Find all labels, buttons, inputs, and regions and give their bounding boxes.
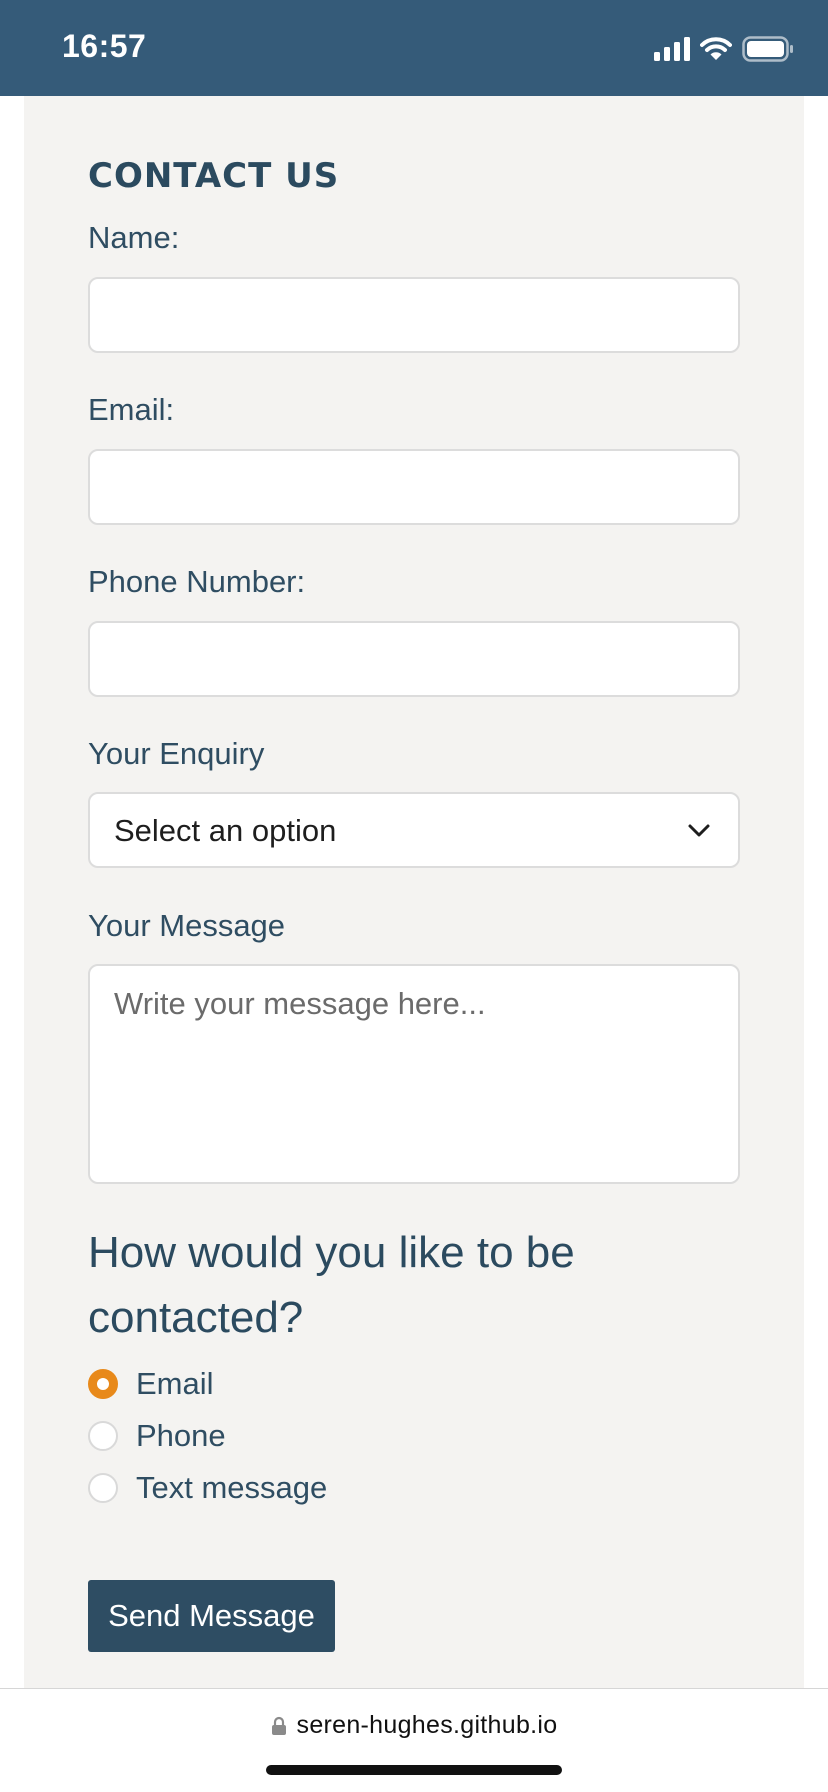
status-bar: 16:57 bbox=[0, 0, 828, 96]
phone-input[interactable] bbox=[88, 621, 740, 697]
lock-icon bbox=[271, 1716, 286, 1735]
radio-option-email[interactable]: Email bbox=[88, 1364, 214, 1404]
email-label: Email: bbox=[88, 392, 175, 427]
name-label: Name: bbox=[88, 220, 180, 255]
signal-icon bbox=[654, 37, 690, 61]
radio-option-text-message[interactable]: Text message bbox=[88, 1468, 327, 1508]
name-input[interactable] bbox=[88, 277, 740, 353]
radio-label: Email bbox=[136, 1366, 214, 1401]
radio-label: Text message bbox=[136, 1470, 328, 1505]
browser-address-bar: seren-hughes.github.io bbox=[0, 1688, 828, 1792]
enquiry-selected-value: Select an option bbox=[114, 813, 337, 848]
status-time: 16:57 bbox=[62, 28, 147, 64]
radio-option-phone[interactable]: Phone bbox=[88, 1416, 226, 1456]
radio-button[interactable] bbox=[88, 1473, 118, 1503]
message-placeholder: Write your message here... bbox=[114, 986, 486, 1021]
url-text: seren-hughes.github.io bbox=[296, 1711, 558, 1739]
enquiry-select[interactable]: Select an option bbox=[88, 792, 740, 868]
form-title: CONTACT US bbox=[88, 156, 340, 196]
message-label: Your Message bbox=[88, 908, 286, 943]
enquiry-label: Your Enquiry bbox=[88, 736, 265, 771]
screen: 16:57 CONTACT US Name: Email: Phone Numb… bbox=[0, 0, 828, 1792]
radio-button[interactable] bbox=[88, 1421, 118, 1451]
battery-icon bbox=[742, 36, 793, 62]
send-message-button[interactable]: Send Message bbox=[88, 1580, 335, 1652]
radio-button-checked[interactable] bbox=[88, 1369, 118, 1399]
message-textarea[interactable]: Write your message here... bbox=[88, 964, 740, 1184]
contact-preference-heading: How would you like to be contacted? bbox=[88, 1228, 575, 1342]
phone-label: Phone Number: bbox=[88, 564, 306, 599]
status-icons bbox=[654, 32, 794, 66]
url-field[interactable]: seren-hughes.github.io bbox=[0, 1711, 828, 1740]
radio-label: Phone bbox=[136, 1418, 226, 1453]
chevron-down-icon bbox=[688, 824, 710, 837]
email-input[interactable] bbox=[88, 449, 740, 525]
wifi-icon bbox=[700, 37, 732, 60]
home-indicator bbox=[266, 1765, 562, 1775]
